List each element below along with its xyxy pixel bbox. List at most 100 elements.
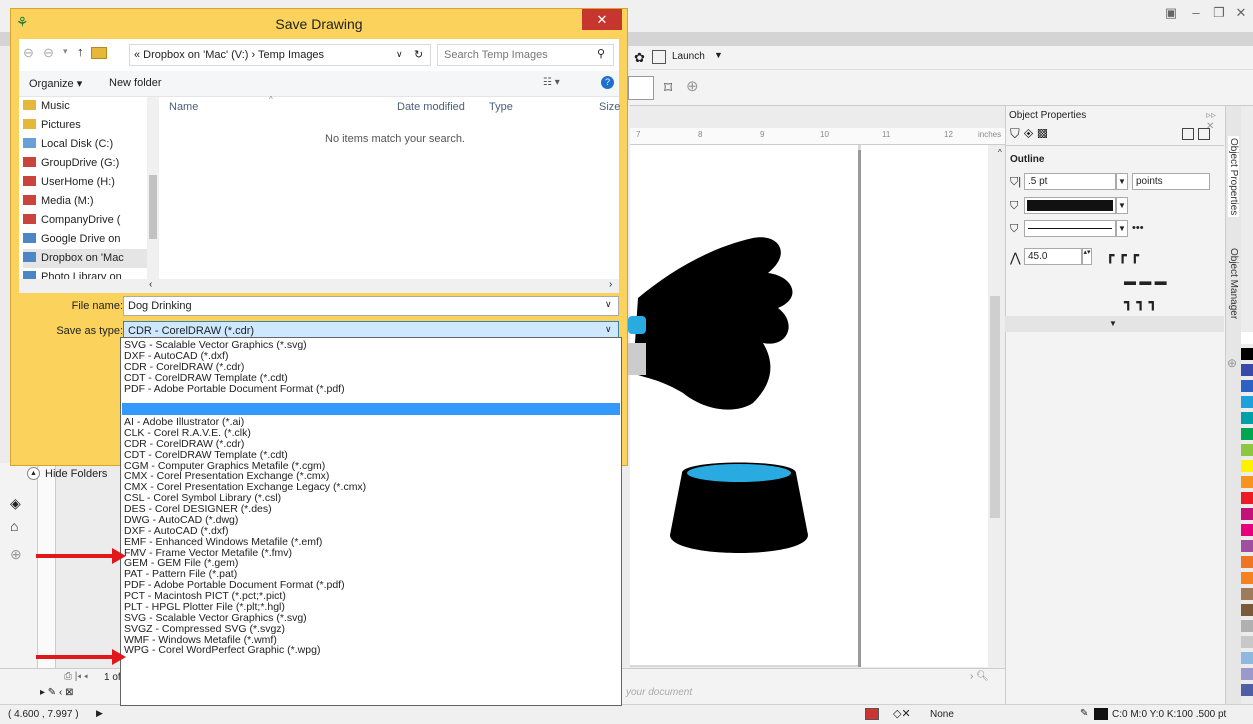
dog-drawing[interactable] [628,228,818,438]
back-icon[interactable]: ⊖ [23,45,34,61]
refresh-icon[interactable]: ↻ [414,48,423,61]
palette-swatch[interactable] [1241,652,1253,664]
help-icon[interactable]: ? [601,76,614,89]
outline-tab-icon[interactable]: ⛉ ◈ ▩ [1010,126,1048,142]
add-tool-icon[interactable]: ⊕ [10,546,22,563]
expand-icon[interactable]: ▶ [96,708,103,719]
search-icon[interactable]: ⚲ [597,47,605,60]
nav-item-companydrive[interactable]: CompanyDrive ( [23,211,151,230]
nav-item-pictures[interactable]: Pictures [23,116,151,135]
nav-item-photo-library[interactable]: Photo Library on [23,268,151,279]
gear-icon[interactable]: ✿ [634,50,645,66]
column-type[interactable]: Type [489,101,513,113]
close-app-icon[interactable]: ✕ [1230,4,1252,22]
page-frame-icon[interactable]: ⌑ [664,78,672,98]
new-folder-button[interactable]: New folder [109,77,162,89]
palette-swatch[interactable] [1241,412,1253,424]
nav-item-google-drive[interactable]: Google Drive on [23,230,151,249]
palette-swatch[interactable] [1241,524,1253,536]
outline-units-select[interactable]: points [1132,173,1210,190]
file-name-input[interactable]: Dog Drinking [123,296,619,316]
launch-icon[interactable] [652,50,666,64]
tab-object-properties[interactable]: Object Properties [1228,136,1239,218]
column-size[interactable]: Size [599,101,620,113]
palette-swatch[interactable] [1241,684,1253,696]
type-option[interactable]: WPG - Corel WordPerfect Graphic (*.wpg) [124,645,320,656]
type-option-recent[interactable]: PDF - Adobe Portable Document Format (*.… [124,383,345,395]
restore-icon[interactable]: ❐ [1208,4,1230,22]
chevron-down-icon[interactable]: ▼ [1109,319,1117,328]
color-proof-icon[interactable] [865,708,879,720]
view-options-icon[interactable]: ☷ ▾ [543,77,560,88]
search-input[interactable]: Search Temp Images [437,44,614,66]
position-style-icons[interactable]: ┓ ┓ ┓ [1124,294,1157,311]
chevron-down-icon[interactable]: ▼ [714,50,723,60]
frame-icon[interactable] [1182,128,1194,140]
miter-limit-field[interactable]: 45.0 [1024,248,1082,265]
collapse-icon[interactable]: ^ [998,148,1002,157]
nudge-spinner[interactable] [628,76,654,100]
palette-swatch[interactable] [1241,620,1253,632]
add-docker-icon[interactable]: ⊕ [1227,356,1237,370]
line-style-select[interactable] [1024,220,1116,237]
corner-style-icons[interactable]: ┏ ┏ ┏ [1106,247,1139,264]
palette-swatch[interactable] [1241,364,1253,376]
palette-swatch[interactable] [1241,492,1253,504]
close-icon[interactable]: ✕ [582,9,622,30]
pen-icon[interactable]: ▸ ✎ ‹ ⊠ [40,687,73,698]
chevron-down-icon[interactable]: ▼ [1116,197,1128,214]
outline-color-picker[interactable] [1024,197,1116,214]
column-name[interactable]: Name [169,101,198,113]
palette-swatch[interactable] [1241,588,1253,600]
chevron-down-icon[interactable]: ∨ [605,324,612,335]
column-date-modified[interactable]: Date modified [397,101,465,113]
palette-swatch[interactable] [1241,396,1253,408]
nav-item-media[interactable]: Media (M:) [23,192,151,211]
scrollbar-thumb[interactable] [990,296,1000,518]
nav-item-dropbox[interactable]: Dropbox on 'Mac [23,249,155,268]
nav-item-userhome[interactable]: UserHome (H:) [23,173,151,192]
palette-swatch[interactable] [1241,444,1253,456]
nav-item-groupdrive[interactable]: GroupDrive (G:) [23,154,151,173]
collapse-icon[interactable]: ▲ [27,467,40,480]
tab-object-manager[interactable]: Object Manager [1228,248,1239,319]
palette-swatch[interactable] [1241,636,1253,648]
address-field[interactable]: « Dropbox on 'Mac' (V:) › Temp Images ∨ … [129,44,431,66]
forward-icon[interactable]: ⊖ [43,45,54,61]
horizontal-scrollbar[interactable]: ‹ › [19,279,619,293]
chevron-down-icon[interactable]: ∨ [605,299,612,310]
palette-swatch[interactable] [1241,540,1253,552]
launch-button[interactable]: Launch [672,51,705,62]
address-path[interactable]: « Dropbox on 'Mac' (V:) › Temp Images [134,49,324,61]
page-nav-first[interactable]: ⎙ |◂ ◂ [64,671,88,682]
water-bowl[interactable] [668,455,810,565]
palette-swatch[interactable] [1241,604,1253,616]
cap-style-icons[interactable]: ▬ ▬ ▬ [1124,274,1167,288]
chevron-down-icon[interactable]: ▼ [1116,220,1128,237]
scroll-right-icon[interactable]: › [609,279,612,290]
chevron-down-icon[interactable]: ∨ [396,49,403,60]
zoom-icon[interactable]: › 🔍︎ [970,671,989,682]
palette-swatch[interactable] [1241,476,1253,488]
type-option-recent[interactable]: CDT - CorelDRAW Template (*.cdt) [124,372,288,384]
palette-swatch[interactable] [1241,572,1253,584]
type-option[interactable]: CDT - CorelDRAW Template (*.cdt) [124,449,288,461]
palette-swatch[interactable] [1241,508,1253,520]
spinner-icon[interactable]: ▴▾ [1082,248,1092,265]
save-type-dropdown-list[interactable]: SVG - Scalable Vector Graphics (*.svg) DX… [120,337,622,706]
fill-tool-icon[interactable]: ◈ [10,495,21,512]
organize-button[interactable]: Organize ▾ [29,77,82,90]
palette-swatch[interactable] [1241,668,1253,680]
palette-swatch[interactable] [1241,348,1253,360]
file-list[interactable]: Name ^ Date modified Type Size No items … [159,95,620,279]
outline-tool-icon[interactable]: ⌂ [10,518,18,534]
palette-swatch[interactable] [1241,380,1253,392]
palette-swatch[interactable] [1241,428,1253,440]
nav-item-local-disk[interactable]: Local Disk (C:) [23,135,151,154]
palette-swatch[interactable] [1241,332,1253,344]
nav-item-music[interactable]: Music [23,97,151,116]
chevron-down-icon[interactable]: ▾ [63,46,68,57]
more-icon[interactable]: ••• [1132,222,1144,234]
add-icon[interactable]: ⊕ [686,77,699,95]
hide-folders-button[interactable]: Hide Folders [45,468,107,480]
